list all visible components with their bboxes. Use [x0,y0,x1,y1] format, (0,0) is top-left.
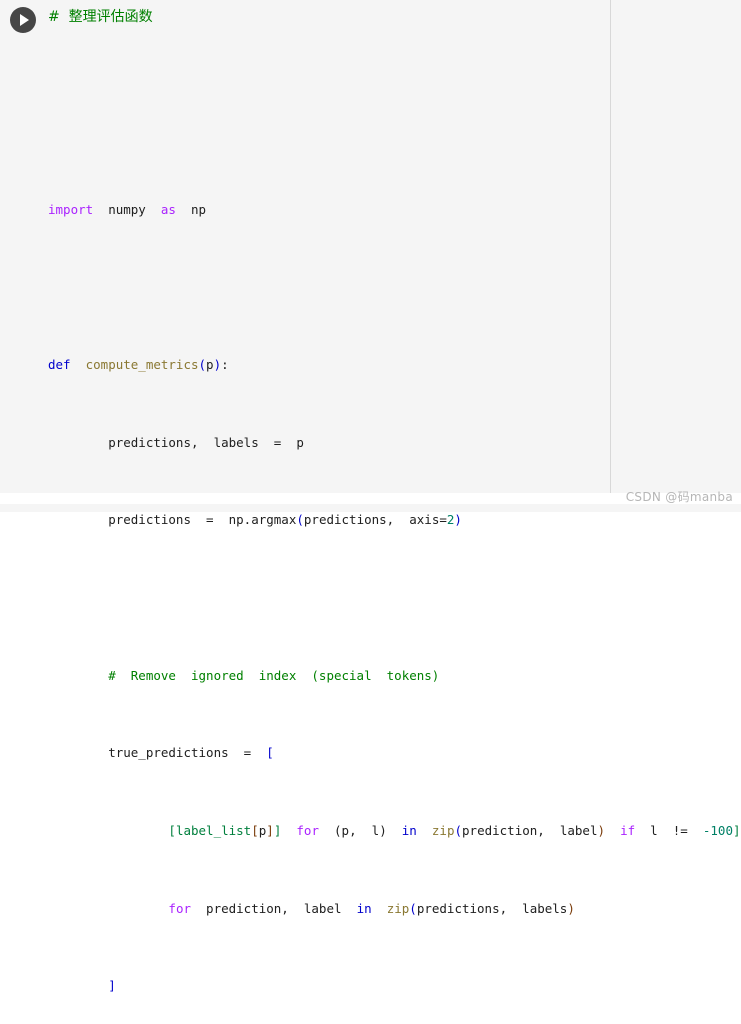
token-paren-open: ( [409,900,417,916]
token-colon: : [221,357,229,373]
token-index-close: ] [266,822,274,838]
token-bracket-open: [ [266,745,274,761]
token-keyword-import: import [48,202,94,218]
code-line-blank-2 [48,278,738,297]
code-line-import: import numpy as np [48,200,738,219]
code-line-pred-for: for prediction, label in zip(predictions… [48,899,738,918]
token-keyword-for: for [168,900,191,916]
token-assign: true_predictions = [48,745,267,761]
token-builtin-zip: zip [371,900,410,916]
token-number-axis: 2 [446,512,455,528]
code-line-comment-remove: # Remove ignored index (special tokens) [48,666,738,685]
token-statement-a: predictions = np.argmax [48,512,297,528]
token-bracket-close: ] [732,822,741,838]
token-bracket-close: ] [108,978,116,994]
token-paren-open: ( [454,822,463,838]
code-cell[interactable]: # 整理评估函数 import numpy as np def compute_… [0,0,741,993]
token-module-numpy: numpy [93,202,161,218]
code-line-pred-comprehension: [label_list[p]] for (p, l) in zip(predic… [48,821,741,840]
token-paren-close: ) [597,822,606,838]
run-cell-button[interactable] [10,7,36,33]
code-line-unpack: predictions, labels = p [48,433,738,452]
code-line-title-spacer [48,64,738,83]
token-zip-args: prediction, label [462,822,598,838]
play-icon [20,14,29,26]
token-paren-close: ) [454,512,462,528]
code-line-argmax: predictions = np.argmax(predictions, axi… [48,510,738,529]
token-paren-open: ( [198,357,207,373]
token-keyword-in: in [356,900,372,916]
csdn-watermark: CSDN @码manba [625,490,733,504]
token-tuple: (p, l) [318,822,402,838]
code-line-pred-close: ] [48,976,738,995]
token-operator-neq: != [672,822,703,838]
code-editor[interactable]: import numpy as np def compute_metrics(p… [48,6,741,1024]
token-keyword-for: for [281,822,319,838]
token-number-neg100: -100 [702,822,733,838]
token-param-p: p [206,357,214,373]
token-index-p: p [258,822,267,838]
token-comment: # Remove ignored index (special tokens) [48,667,440,683]
token-alias-np: np [175,202,207,218]
token-paren-close: ) [213,357,222,373]
notebook-root: # 整理评估函数 import numpy as np def compute_… [0,0,741,993]
token-zip-args: predictions, labels [416,900,568,916]
token-bracket-close-inner: ] [273,822,282,838]
code-line-def: def compute_metrics(p): [48,355,738,374]
token-paren-close: ) [567,900,575,916]
token-builtin-zip: zip [416,822,455,838]
code-line-true-predictions-open: true_predictions = [ [48,743,738,762]
token-keyword-in: in [401,822,417,838]
token-keyword-if: if [605,822,636,838]
token-keyword-as: as [160,202,176,218]
next-code-cell[interactable] [0,504,741,512]
token-function-name: compute_metrics [70,357,199,373]
token-statement: predictions, labels = p [48,434,304,450]
token-bracket-open-inner: [ [168,822,176,838]
token-statement-b: predictions, axis= [303,512,447,528]
token-keyword-def: def [48,357,71,373]
code-line-blank-3 [48,588,738,607]
token-label-list: label_list [175,822,252,838]
code-line-blank-1 [48,122,738,141]
token-index-open: [ [251,822,259,838]
token-vars: prediction, label [191,900,357,916]
token-paren-open: ( [296,512,304,528]
token-var-l: l [635,822,673,838]
